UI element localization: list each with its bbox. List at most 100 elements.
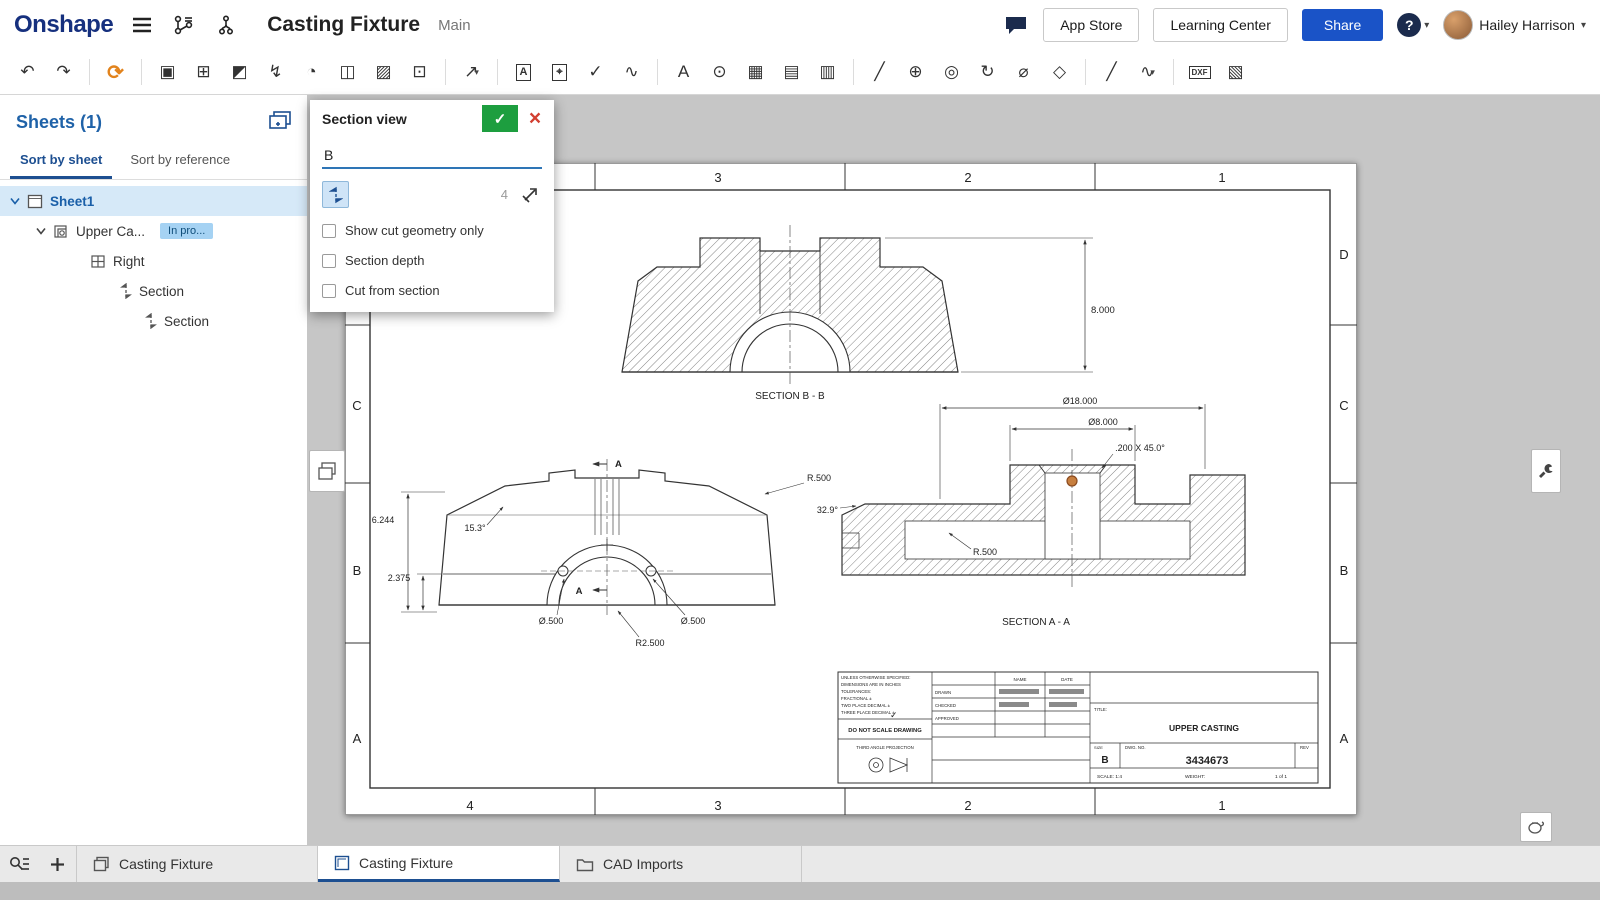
- help-menu[interactable]: ? ▾: [1397, 13, 1429, 37]
- section-icon: [120, 283, 132, 299]
- chevron-down-icon: [36, 227, 46, 235]
- redo-button[interactable]: ↷: [46, 55, 81, 89]
- divider: [1085, 59, 1086, 85]
- insert-view-button[interactable]: ▣: [150, 55, 185, 89]
- svg-text:C: C: [1339, 398, 1348, 413]
- tab-part-studio[interactable]: Casting Fixture: [76, 846, 318, 882]
- dimension-button[interactable]: ↗▾: [454, 55, 489, 89]
- tab-sort-by-sheet[interactable]: Sort by sheet: [10, 144, 112, 179]
- in-progress-badge: In pro...: [160, 223, 213, 239]
- svg-text:3: 3: [714, 798, 721, 813]
- svg-text:A: A: [576, 586, 583, 597]
- sheets-flyout-button[interactable]: [309, 450, 345, 492]
- undo-icon: ↶: [20, 62, 34, 82]
- geometry-tool-button[interactable]: ◇: [1042, 55, 1077, 89]
- svg-text:FRACTIONAL ±: FRACTIONAL ±: [841, 696, 872, 701]
- text-button[interactable]: A: [666, 55, 701, 89]
- chevron-down-icon: ▾: [1424, 20, 1429, 31]
- tab-sort-by-reference[interactable]: Sort by reference: [120, 144, 240, 179]
- window-bottom-strip: [0, 882, 1600, 900]
- projected-view-button[interactable]: ⊞: [186, 55, 221, 89]
- tree-item-section-1[interactable]: Section: [0, 276, 307, 306]
- circle-tool-button[interactable]: ◎: [934, 55, 969, 89]
- svg-text:SIZE: SIZE: [1094, 745, 1103, 750]
- svg-text:1: 1: [1218, 798, 1225, 813]
- svg-text:A: A: [1340, 731, 1349, 746]
- checkbox[interactable]: [322, 254, 336, 268]
- surface-finish-button[interactable]: ✓: [578, 55, 613, 89]
- check-icon: ✓: [494, 111, 507, 128]
- section-scale-value: 4: [501, 187, 508, 202]
- tree-item-right-view[interactable]: Right: [0, 246, 307, 276]
- centerline-icon: ╱: [874, 62, 884, 82]
- tools-flyout-button[interactable]: [1531, 449, 1561, 493]
- update-views-button[interactable]: ⟳: [98, 55, 133, 89]
- callout-icon: ⊙: [712, 62, 726, 82]
- chevron-down-icon: ▾: [1581, 20, 1586, 31]
- geometric-tolerance-button[interactable]: ⌖: [542, 55, 577, 89]
- render-options-button[interactable]: [1520, 812, 1552, 842]
- user-name: Hailey Harrison: [1479, 17, 1575, 33]
- checkbox[interactable]: [322, 224, 336, 238]
- feedback-button[interactable]: [1003, 12, 1029, 38]
- svg-text:4: 4: [466, 798, 473, 813]
- hamburger-icon: [132, 17, 152, 33]
- appearance-icon: [1527, 819, 1545, 835]
- section-name-input[interactable]: [322, 143, 542, 169]
- detail-view-button[interactable]: ◔: [294, 55, 329, 89]
- option-section-depth[interactable]: Section depth: [322, 253, 542, 268]
- hole-table-button[interactable]: ▥: [810, 55, 845, 89]
- auxiliary-view-button[interactable]: ◩: [222, 55, 257, 89]
- dialog-cancel-button[interactable]: ×: [521, 105, 549, 132]
- undo-button[interactable]: ↶: [10, 55, 45, 89]
- svg-text:WEIGHT:: WEIGHT:: [1185, 774, 1205, 780]
- bom-table-button[interactable]: ▤: [774, 55, 809, 89]
- spline-button[interactable]: ∿▾: [1130, 55, 1165, 89]
- weld-symbol-button[interactable]: ∿: [614, 55, 649, 89]
- table-icon: ▦: [747, 62, 763, 82]
- dialog-accept-button[interactable]: ✓: [482, 105, 518, 132]
- option-cut-from-section[interactable]: Cut from section: [322, 283, 542, 298]
- centermark-button[interactable]: ⊕: [898, 55, 933, 89]
- checkbox[interactable]: [322, 284, 336, 298]
- diameter-tool-button[interactable]: ⌀: [1006, 55, 1041, 89]
- option-show-cut-geometry[interactable]: Show cut geometry only: [322, 223, 542, 238]
- user-menu[interactable]: Hailey Harrison ▾: [1443, 10, 1586, 40]
- table-button[interactable]: ▦: [738, 55, 773, 89]
- tree-item-view[interactable]: Upper Ca... In pro...: [0, 216, 307, 246]
- selected-vertex[interactable]: [1067, 476, 1077, 486]
- tab-manager-button[interactable]: [0, 846, 38, 882]
- tab-cad-imports[interactable]: CAD Imports: [560, 846, 802, 882]
- sheets-panel-tabs: Sort by sheet Sort by reference: [0, 144, 307, 180]
- callout-button[interactable]: ⊙: [702, 55, 737, 89]
- section-view-button[interactable]: ↯: [258, 55, 293, 89]
- tree-item-section-2[interactable]: Section: [0, 306, 307, 336]
- breakout-section-button[interactable]: ▨: [366, 55, 401, 89]
- insert-image-button[interactable]: ▧: [1218, 55, 1253, 89]
- rotate-tool-button[interactable]: ↻: [970, 55, 1005, 89]
- main-menu-button[interactable]: [129, 12, 155, 38]
- flip-direction-button[interactable]: [518, 183, 542, 207]
- new-tab-button[interactable]: [38, 846, 76, 882]
- centerline-button[interactable]: ╱: [862, 55, 897, 89]
- broken-view-button[interactable]: ◫: [330, 55, 365, 89]
- line-button[interactable]: ╱: [1094, 55, 1129, 89]
- tab-drawing[interactable]: Casting Fixture: [318, 846, 560, 882]
- learning-center-button[interactable]: Learning Center: [1153, 8, 1287, 42]
- export-dxf-button[interactable]: DXF: [1182, 55, 1217, 89]
- versions-button[interactable]: [171, 12, 197, 38]
- crop-view-button[interactable]: ⊡: [402, 55, 437, 89]
- share-button[interactable]: Share: [1302, 9, 1383, 41]
- divider: [657, 59, 658, 85]
- note-button[interactable]: A: [506, 55, 541, 89]
- section-view-dialog: Section view ✓ × 4 Show cut geometry onl…: [310, 100, 554, 312]
- section-line-style-button[interactable]: [322, 181, 349, 208]
- auxiliary-view-icon: ◩: [231, 62, 247, 82]
- app-store-button[interactable]: App Store: [1043, 8, 1139, 42]
- tab-label: Casting Fixture: [359, 855, 453, 871]
- detail-view-icon: ◔: [306, 62, 316, 82]
- branch-button[interactable]: [213, 12, 239, 38]
- tree-item-sheet1[interactable]: Sheet1: [0, 186, 307, 216]
- add-sheet-button[interactable]: [269, 111, 291, 134]
- section-line-icon: [329, 186, 343, 204]
